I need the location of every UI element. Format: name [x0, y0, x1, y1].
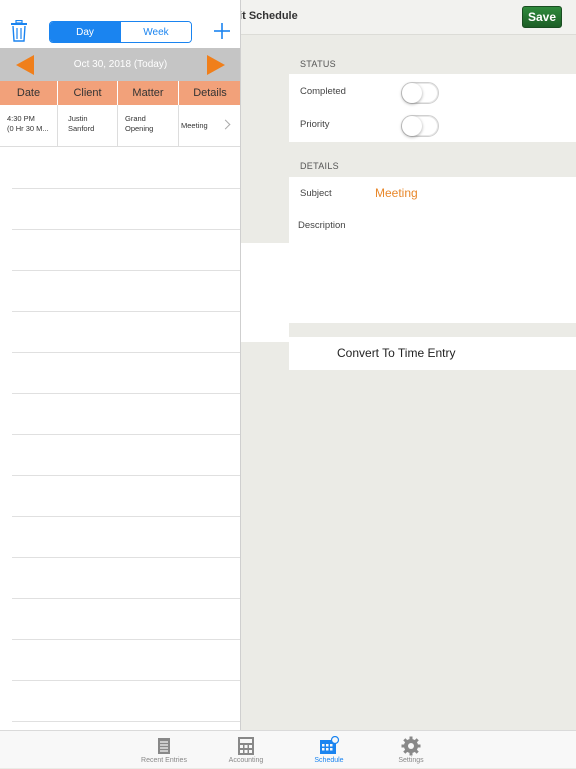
calendar-icon [320, 736, 340, 754]
completed-toggle[interactable] [401, 82, 439, 104]
description-label: Description [298, 220, 346, 231]
column-header-details[interactable]: Details [179, 81, 240, 105]
row-separator [12, 270, 240, 271]
row-separator [12, 311, 240, 312]
gear-icon [401, 736, 421, 756]
segment-week[interactable]: Week [120, 22, 191, 42]
row-separator [12, 188, 240, 189]
date-navigator: Oct 30, 2018 (Today) [0, 48, 240, 81]
status-section-header: STATUS [300, 59, 336, 69]
tab-label: Schedule [314, 757, 344, 764]
cell-details: Meeting [179, 105, 240, 146]
current-date-label: Oct 30, 2018 (Today) [73, 59, 168, 70]
subject-field[interactable]: Meeting [375, 186, 418, 200]
tab-accounting[interactable]: Accounting [211, 731, 281, 769]
row-separator [12, 557, 240, 558]
row-separator [12, 352, 240, 353]
details-section-header: DETAILS [300, 161, 339, 171]
cell-line: 4:30 PM [7, 114, 35, 123]
calculator-icon [238, 737, 254, 755]
cell-line: Meeting [181, 121, 208, 130]
toggle-knob [402, 116, 422, 136]
subject-label: Subject [300, 188, 332, 199]
tab-schedule[interactable]: Schedule [294, 731, 364, 769]
priority-label: Priority [300, 119, 330, 130]
table-header: Date Client Matter Details [0, 81, 240, 105]
row-separator [12, 639, 240, 640]
tab-label: Settings [398, 757, 424, 764]
list-icon [158, 738, 170, 754]
day-week-segmented-control: Day Week [49, 21, 192, 43]
cell-line: Opening [125, 124, 154, 133]
row-separator [12, 516, 240, 517]
page-title: lit Schedule [236, 10, 298, 22]
completed-label: Completed [300, 86, 346, 97]
toggle-knob [402, 83, 422, 103]
add-icon[interactable] [213, 21, 231, 41]
popover-toolbar: Day Week [0, 0, 240, 48]
pane-filler [241, 207, 289, 243]
cell-client: Justin Sanford [58, 105, 118, 146]
schedule-list-popover: Day Week Oct 30, 2018 (Today) Date Clien… [0, 0, 241, 730]
column-header-date[interactable]: Date [0, 81, 58, 105]
description-input[interactable] [370, 212, 570, 312]
row-separator [12, 393, 240, 394]
tab-settings[interactable]: Settings [376, 731, 446, 769]
table-row[interactable]: 4:30 PM (0 Hr 30 M... Justin Sanford Gra… [0, 105, 240, 147]
tab-label: Recent Entries [141, 757, 187, 764]
cell-line: Grand [125, 114, 146, 123]
cell-matter: Grand Opening [118, 105, 179, 146]
row-separator [12, 680, 240, 681]
row-separator [12, 229, 240, 230]
cell-line: Sanford [68, 124, 95, 133]
cell-line: Justin [68, 114, 88, 123]
tab-bar: Recent Entries Accounting Schedule Setti… [0, 730, 576, 768]
cell-line: (0 Hr 30 M... [7, 124, 49, 133]
row-separator [12, 475, 240, 476]
tab-recent-entries[interactable]: Recent Entries [129, 731, 199, 769]
priority-toggle[interactable] [401, 115, 439, 137]
column-header-matter[interactable]: Matter [118, 81, 179, 105]
segment-day[interactable]: Day [50, 22, 120, 42]
convert-to-time-entry-label: Convert To Time Entry [337, 346, 456, 360]
pane-filler [241, 243, 289, 342]
save-button[interactable]: Save [522, 6, 562, 28]
next-day-arrow-icon[interactable] [207, 55, 225, 75]
tab-label: Accounting [228, 757, 264, 764]
trash-icon[interactable] [10, 20, 28, 42]
row-separator [12, 434, 240, 435]
row-separator [12, 598, 240, 599]
column-header-client[interactable]: Client [58, 81, 118, 105]
row-separator [12, 721, 240, 722]
cell-date: 4:30 PM (0 Hr 30 M... [0, 105, 58, 146]
